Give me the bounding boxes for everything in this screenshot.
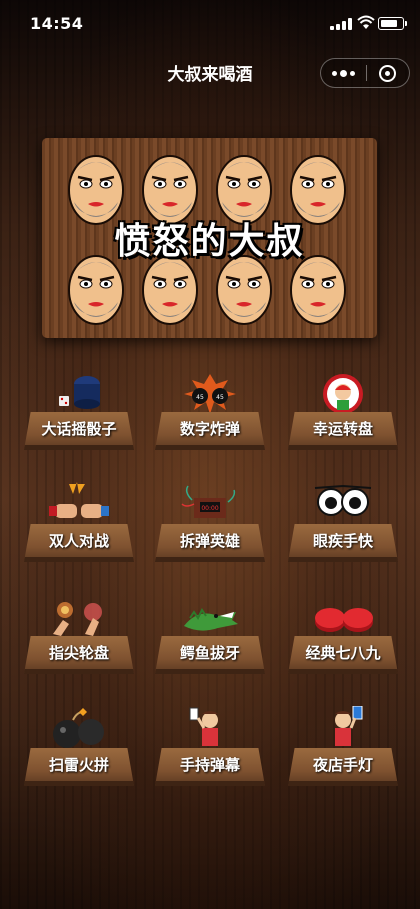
game-tile[interactable]: 手持弹幕 <box>151 706 269 794</box>
game-tile[interactable]: 00:00 拆弹英雄 <box>151 482 269 570</box>
game-tile[interactable]: 经典七八九 <box>284 594 402 682</box>
cellular-signal-icon <box>330 18 352 30</box>
close-miniprogram-button[interactable] <box>379 65 396 82</box>
more-menu-button[interactable] <box>321 59 366 87</box>
svg-text:45: 45 <box>216 394 224 401</box>
game-tile[interactable]: 鳄鱼拔牙 <box>151 594 269 682</box>
game-label: 指尖轮盘 <box>48 644 109 662</box>
mine-bomb-icon <box>49 706 109 752</box>
eyes-icon <box>313 482 373 528</box>
game-tile[interactable]: 夜店手灯 <box>284 705 402 794</box>
svg-text:00:00: 00:00 <box>201 505 218 512</box>
dice-cup-icon <box>49 370 109 416</box>
fist-bump-icon <box>49 482 109 528</box>
game-label: 鳄鱼拔牙 <box>179 644 240 662</box>
nightclub-light-icon <box>313 705 373 752</box>
svg-text:45: 45 <box>196 394 204 401</box>
game-tile[interactable]: 幸运转盘 <box>284 370 402 458</box>
app-screen: 14:54 大叔来喝酒 愤怒的大叔 大话摇骰子 45 45 数字炸弹 幸运转盘双人对战 0… <box>0 0 420 909</box>
game-label: 眼疾手快 <box>312 532 373 550</box>
lucky-wheel-icon <box>313 370 373 416</box>
mini-program-capsule <box>320 58 410 88</box>
game-tile[interactable]: 扫雷火拼 <box>20 706 138 794</box>
game-label: 大话摇骰子 <box>41 420 117 438</box>
capsule-divider <box>366 65 367 81</box>
angry-uncle-banner[interactable]: 愤怒的大叔 <box>42 138 377 338</box>
game-tile[interactable]: 45 45 数字炸弹 <box>151 370 269 458</box>
game-label: 双人对战 <box>48 532 109 550</box>
game-label: 扫雷火拼 <box>48 756 109 774</box>
banner-title: 愤怒的大叔 <box>114 221 305 262</box>
game-label: 拆弹英雄 <box>179 532 240 550</box>
fingertip-icon <box>49 594 109 640</box>
dynamite-icon: 00:00 <box>180 482 240 528</box>
bomb-icon: 45 45 <box>180 370 240 416</box>
game-label: 手持弹幕 <box>179 756 240 774</box>
game-label: 数字炸弹 <box>179 420 240 438</box>
game-tile[interactable]: 眼疾手快 <box>284 482 402 570</box>
game-label: 经典七八九 <box>305 644 381 662</box>
wifi-icon <box>357 15 375 29</box>
game-tile[interactable]: 指尖轮盘 <box>20 594 138 682</box>
handheld-barrage-icon <box>180 706 240 752</box>
navigation-bar: 大叔来喝酒 <box>0 48 420 96</box>
red-button-icon <box>313 594 373 640</box>
game-label: 夜店手灯 <box>312 756 373 774</box>
crocodile-icon <box>180 594 240 640</box>
status-time: 14:54 <box>30 14 84 33</box>
battery-icon <box>378 17 407 30</box>
game-tile[interactable]: 双人对战 <box>20 482 138 570</box>
game-tile[interactable]: 大话摇骰子 <box>20 370 138 458</box>
status-bar: 14:54 <box>0 0 420 48</box>
game-label: 幸运转盘 <box>312 420 373 438</box>
